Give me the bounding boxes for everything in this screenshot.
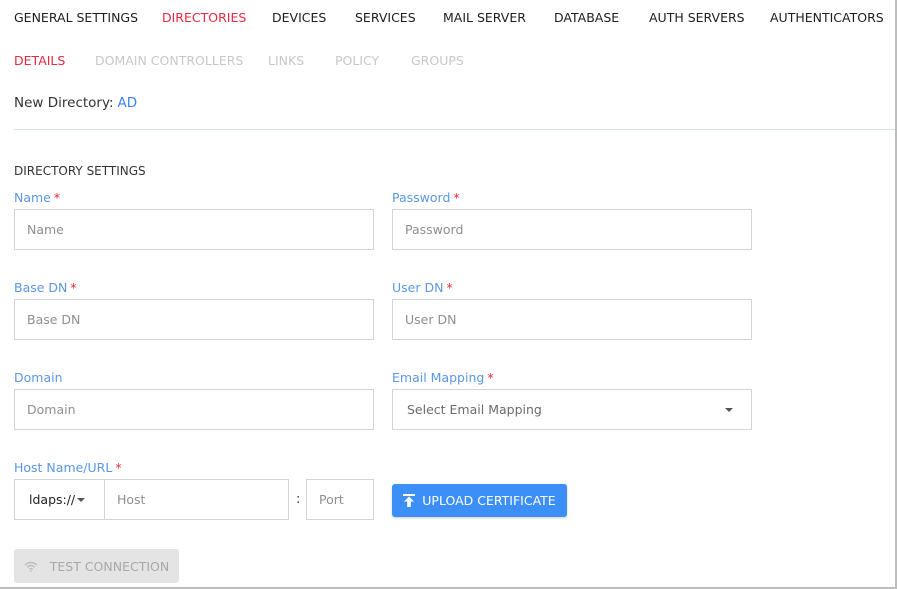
- name-input[interactable]: [14, 209, 374, 250]
- new-directory-label: New Directory:: [14, 95, 114, 111]
- required-marker: *: [487, 370, 494, 385]
- tab-database[interactable]: DATABASE: [554, 9, 619, 27]
- host-input[interactable]: [104, 479, 289, 520]
- required-marker: *: [53, 190, 61, 205]
- email-mapping-label-text: Email Mapping: [392, 370, 485, 385]
- test-connection-button[interactable]: TEST CONNECTION: [14, 549, 179, 583]
- caret-down-icon: [725, 408, 733, 412]
- tab-devices[interactable]: DEVICES: [272, 9, 326, 27]
- wifi-icon: [24, 561, 38, 572]
- tab-services[interactable]: SERVICES: [355, 9, 416, 27]
- upload-certificate-button[interactable]: UPLOAD CERTIFICATE: [392, 484, 567, 517]
- caret-down-icon: [77, 498, 85, 502]
- base-dn-input[interactable]: [14, 299, 374, 340]
- host-label-text: Host Name/URL: [14, 460, 113, 475]
- section-divider: [14, 129, 895, 130]
- host-label: Host Name/URL *: [14, 460, 122, 476]
- port-separator: :: [296, 492, 301, 507]
- tab-mail-server[interactable]: MAIL SERVER: [443, 9, 526, 27]
- tab-authenticators[interactable]: AUTHENTICATORS: [770, 9, 884, 27]
- subtab-policy[interactable]: POLICY: [335, 52, 379, 70]
- domain-label-text: Domain: [14, 370, 63, 385]
- subtab-groups[interactable]: GROUPS: [411, 52, 464, 70]
- base-dn-label: Base DN *: [14, 280, 77, 296]
- domain-label: Domain: [14, 370, 63, 386]
- upload-icon: [403, 494, 416, 507]
- port-input[interactable]: [306, 479, 374, 520]
- name-label: Name *: [14, 190, 60, 206]
- tab-directories[interactable]: DIRECTORIES: [162, 9, 246, 27]
- required-marker: *: [115, 460, 122, 475]
- base-dn-label-text: Base DN: [14, 280, 68, 295]
- password-input[interactable]: [392, 209, 752, 250]
- subtab-details[interactable]: DETAILS: [14, 52, 65, 70]
- protocol-selected: ldaps://: [29, 492, 76, 507]
- name-label-text: Name: [14, 190, 51, 205]
- protocol-select[interactable]: ldaps://: [14, 479, 105, 520]
- subtab-links[interactable]: LINKS: [268, 52, 304, 70]
- required-marker: *: [453, 190, 460, 205]
- new-directory-heading: New Directory: AD: [14, 94, 137, 112]
- password-label-text: Password: [392, 190, 451, 205]
- required-marker: *: [70, 280, 77, 295]
- required-marker: *: [446, 280, 453, 295]
- test-connection-label: TEST CONNECTION: [49, 558, 170, 574]
- email-mapping-selected: Select Email Mapping: [407, 402, 542, 417]
- new-directory-value: AD: [117, 95, 138, 111]
- user-dn-label: User DN *: [392, 280, 453, 296]
- tab-general-settings[interactable]: GENERAL SETTINGS: [14, 9, 138, 27]
- section-title: DIRECTORY SETTINGS: [14, 164, 146, 178]
- user-dn-label-text: User DN: [392, 280, 444, 295]
- tab-auth-servers[interactable]: AUTH SERVERS: [649, 9, 745, 27]
- domain-input[interactable]: [14, 389, 374, 430]
- subtab-domain-controllers[interactable]: DOMAIN CONTROLLERS: [95, 52, 243, 70]
- email-mapping-label: Email Mapping *: [392, 370, 494, 386]
- upload-certificate-label: UPLOAD CERTIFICATE: [422, 493, 556, 508]
- password-label: Password *: [392, 190, 460, 206]
- user-dn-input[interactable]: [392, 299, 752, 340]
- email-mapping-select[interactable]: Select Email Mapping: [392, 389, 752, 430]
